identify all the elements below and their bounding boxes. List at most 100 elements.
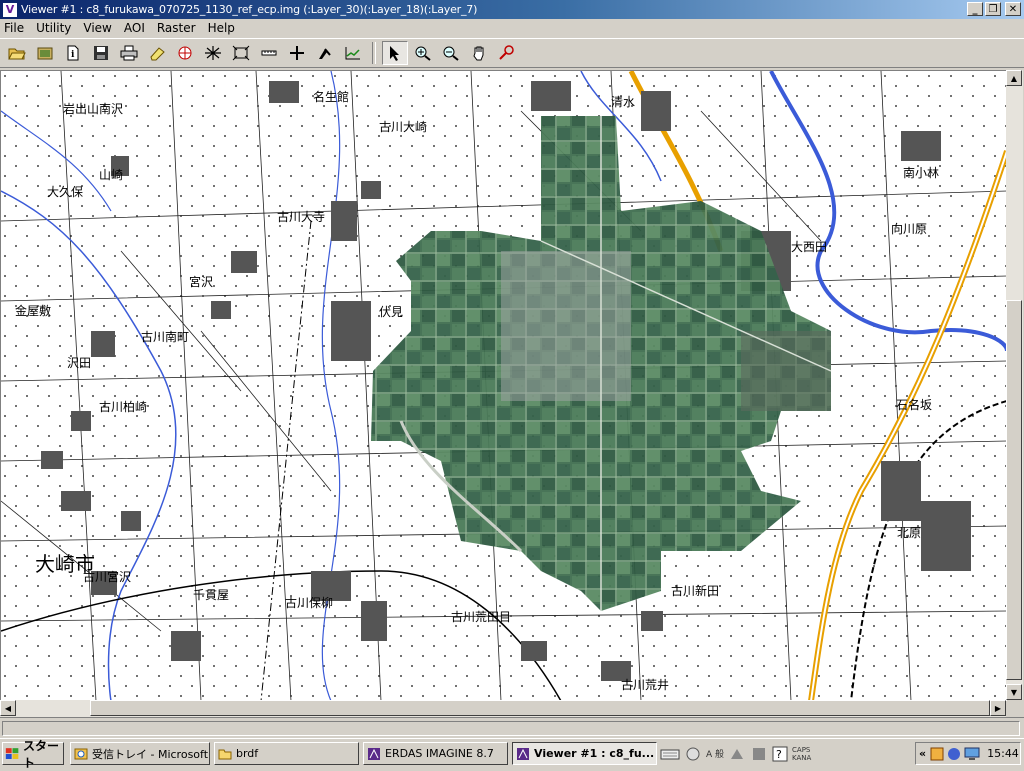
monitor-icon[interactable] (963, 746, 981, 762)
place-label: 古川大崎 (379, 119, 427, 134)
task-label: 受信トレイ - Microsoft ... (92, 747, 210, 761)
clear-button[interactable] (144, 41, 170, 65)
map-canvas[interactable]: 岩出山南沢 山崎 大久保 古川大崎 名生館 清水 南小林 向川原 大西田 古川大… (1, 71, 1007, 701)
open-button[interactable] (4, 41, 30, 65)
task-folder[interactable]: brdf (214, 742, 359, 765)
place-label: 古川大寺 (277, 209, 325, 224)
place-label: 金屋敷 (15, 303, 51, 318)
menu-aoi[interactable]: AOI (118, 21, 151, 35)
close-button[interactable]: ✕ (1005, 2, 1021, 16)
zoom-out-button[interactable] (438, 41, 464, 65)
scroll-down-arrow-icon[interactable]: ▼ (1006, 684, 1022, 700)
title-bar: V Viewer #1 : c8_furukawa_070725_1130_re… (0, 0, 1024, 19)
keyboard-icon[interactable] (660, 746, 680, 762)
window-title: Viewer #1 : c8_furukawa_070725_1130_ref_… (21, 3, 478, 16)
vertical-scroll-thumb[interactable] (1006, 300, 1022, 680)
clock[interactable]: 15:44 (987, 747, 1019, 760)
place-label: 宮沢 (189, 274, 213, 289)
save-icon (94, 46, 108, 60)
start-button[interactable]: スタート (2, 739, 64, 770)
vertical-scrollbar[interactable]: ▲ ▼ (1006, 70, 1023, 700)
crosshair-icon (290, 46, 304, 60)
menu-file[interactable]: File (0, 21, 30, 35)
place-label: 古川南町 (141, 329, 189, 344)
crosshair-button[interactable] (284, 41, 310, 65)
task-label: ERDAS IMAGINE 8.7 (385, 747, 494, 760)
ime-toolbar: A 般 ? CAPS KANA (660, 742, 811, 765)
antivirus-icon[interactable] (929, 746, 945, 762)
place-label: 清水 (611, 95, 635, 109)
place-label: 南小林 (903, 165, 939, 180)
open-icon (8, 48, 26, 60)
help-icon[interactable]: ? (772, 746, 788, 762)
taskbar: スタート 受信トレイ - Microsoft ... brdf ERDAS IM… (0, 738, 1024, 770)
menu-utility[interactable]: Utility (30, 21, 77, 35)
svg-text:?: ? (776, 748, 782, 761)
kana-indicator: KANA (792, 753, 812, 762)
annotation-icon (319, 48, 331, 59)
place-label: 山崎 (99, 168, 123, 182)
open-layer-button[interactable] (32, 41, 58, 65)
print-button[interactable] (116, 41, 142, 65)
place-label: 古川保柳 (285, 595, 333, 610)
place-label: 石名坂 (896, 397, 932, 412)
status-pane (2, 721, 1020, 736)
info-button[interactable]: i (60, 41, 86, 65)
ime-tool-icon[interactable] (728, 746, 746, 762)
geolink-button[interactable] (200, 41, 226, 65)
start-label: スタート (23, 738, 60, 770)
task-erdas[interactable]: ERDAS IMAGINE 8.7 (363, 742, 508, 765)
place-label: 大西田 (791, 240, 827, 254)
task-outlook[interactable]: 受信トレイ - Microsoft ... (70, 742, 210, 765)
clear-icon (150, 47, 165, 61)
viewer-icon (517, 747, 529, 760)
zoom-in-icon (415, 46, 431, 61)
status-bar (0, 717, 1024, 738)
task-viewer[interactable]: Viewer #1 : c8_fu... (512, 742, 657, 765)
minimize-button[interactable]: _ (967, 2, 983, 16)
info-icon: i (67, 45, 79, 61)
annotation-button[interactable] (312, 41, 338, 65)
erdas-app-icon[interactable]: V (3, 2, 17, 17)
fit-frame-button[interactable] (228, 41, 254, 65)
profile-button[interactable] (340, 41, 366, 65)
network-icon[interactable] (945, 746, 963, 762)
horizontal-scroll-thumb[interactable] (90, 700, 990, 716)
open-layer-icon (37, 47, 53, 60)
inquire-button[interactable] (494, 41, 520, 65)
menu-view[interactable]: View (77, 21, 117, 35)
measure-button[interactable] (256, 41, 282, 65)
windows-logo-icon (5, 747, 19, 759)
globe-button[interactable] (172, 41, 198, 65)
measure-icon (261, 50, 277, 56)
svg-text:i: i (71, 50, 75, 60)
inquire-icon (499, 45, 514, 60)
ime-mode[interactable]: A 般 (706, 746, 724, 762)
maximize-button[interactable]: ❐ (985, 2, 1001, 16)
map-viewer[interactable]: 岩出山南沢 山崎 大久保 古川大崎 名生館 清水 南小林 向川原 大西田 古川大… (0, 70, 1007, 701)
zoom-in-button[interactable] (410, 41, 436, 65)
place-label: 岩出山南沢 (63, 101, 123, 116)
pan-hand-button[interactable] (466, 41, 492, 65)
folder-icon (218, 749, 232, 759)
menu-raster[interactable]: Raster (151, 21, 202, 35)
geolink-icon (205, 46, 221, 60)
ime-dictionary-icon[interactable] (750, 746, 768, 762)
system-tray: « 15:44 (915, 742, 1021, 765)
place-label: 大久保 (47, 185, 83, 199)
save-button[interactable] (88, 41, 114, 65)
scroll-up-arrow-icon[interactable]: ▲ (1006, 70, 1022, 86)
ime-pad-icon[interactable] (684, 746, 702, 762)
profile-icon (345, 47, 360, 60)
menu-help[interactable]: Help (202, 21, 241, 35)
scroll-right-arrow-icon[interactable]: ▶ (990, 700, 1006, 716)
pan-hand-icon (473, 46, 484, 61)
place-label: 古川宮沢 (83, 569, 131, 584)
horizontal-scrollbar[interactable]: ◀ ▶ (0, 700, 1006, 717)
place-label: 向川原 (891, 221, 927, 236)
scroll-left-arrow-icon[interactable]: ◀ (0, 700, 16, 716)
place-label: 古川柏崎 (99, 399, 147, 414)
select-arrow-button[interactable] (382, 41, 408, 65)
place-label: 沢田 (67, 356, 91, 370)
tray-expand-chevron[interactable]: « (919, 747, 926, 760)
